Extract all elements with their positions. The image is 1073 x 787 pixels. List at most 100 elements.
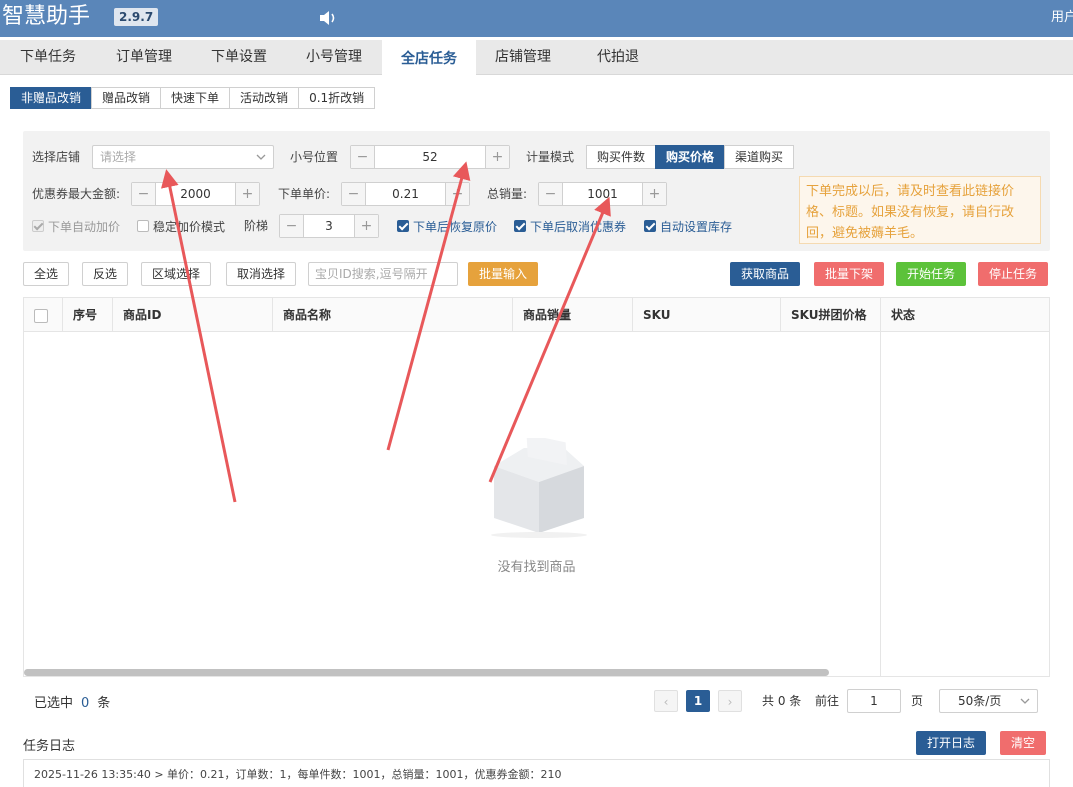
unit-price-stepper[interactable]: − 0.21 + [341,182,470,206]
tab-order-settings[interactable]: 下单设置 [192,40,286,75]
tab-order-management[interactable]: 订单管理 [96,40,192,75]
goto-label: 前往 [815,694,840,708]
mode-quantity[interactable]: 购买件数 [586,145,657,169]
start-task-button[interactable]: 开始任务 [896,262,967,286]
selected-number: 0 [81,696,90,711]
coupon-max-stepper[interactable]: − 2000 + [131,182,260,206]
position-stepper[interactable]: − 52 + [350,145,510,169]
restore-price-text: 下单后恢复原价 [413,219,498,234]
increment-button[interactable]: + [354,215,378,237]
fetch-goods-button[interactable]: 获取商品 [730,262,801,286]
total-sales-value[interactable]: 1001 [563,183,642,205]
batch-delist-button[interactable]: 批量下架 [814,262,885,286]
tab-all-store-task[interactable]: 全店任务 [382,40,476,75]
subtab-activity[interactable]: 活动改销 [229,87,300,109]
auto-stock-text: 自动设置库存 [660,219,733,234]
increment-button[interactable]: + [445,183,469,205]
auto-raise-checkbox[interactable]: 下单自动加价 [32,217,120,235]
checkbox-box[interactable] [32,220,44,232]
subtab-gift[interactable]: 赠品改销 [91,87,162,109]
total-count-text: 共 0 条 [762,694,802,708]
item-id-search-input[interactable]: 宝贝ID搜索,逗号隔开 [308,262,458,286]
current-page[interactable]: 1 [686,690,710,712]
page-size-value: 50条/页 [958,694,1002,708]
coupon-max-value[interactable]: 2000 [156,183,235,205]
next-page-button[interactable]: › [718,690,742,712]
title-bar: 智慧助手 2.9.7 用户 [0,0,1073,37]
prev-page-button[interactable]: ‹ [654,690,678,712]
column-sku-group-price: SKU拼团价格 [780,298,880,332]
checkbox-box[interactable] [514,220,526,232]
mode-channel[interactable]: 渠道购买 [724,145,795,169]
ladder-stepper[interactable]: − 3 + [279,214,379,238]
header-checkbox[interactable] [34,308,48,323]
cancel-coupon-checkbox[interactable]: 下单后取消优惠券 [514,217,626,235]
app-title: 智慧助手 [2,4,91,29]
subtab-quick-order[interactable]: 快速下单 [160,87,231,109]
coupon-max-label: 优惠券最大金额: [32,187,121,201]
total-sales-stepper[interactable]: − 1001 + [538,182,667,206]
checkbox-box[interactable] [644,220,656,232]
count-mode-label: 计量模式 [526,150,575,164]
decrement-button[interactable]: − [132,183,156,205]
column-status: 状态 [880,298,1049,332]
tab-account-management[interactable]: 小号管理 [286,40,382,75]
sub-tabs: 非赠品改销 赠品改销 快速下单 活动改销 0.1折改销 [10,87,376,109]
position-label: 小号位置 [290,150,339,164]
subtab-non-gift[interactable]: 非赠品改销 [10,87,93,109]
tab-order-task[interactable]: 下单任务 [0,40,96,75]
decrement-button[interactable]: − [539,183,563,205]
decrement-button[interactable]: − [351,146,375,168]
select-all-button[interactable]: 全选 [23,262,70,286]
open-log-button[interactable]: 打开日志 [916,731,987,755]
search-placeholder: 宝贝ID搜索,逗号隔开 [315,267,428,281]
empty-state-text: 没有找到商品 [497,560,576,575]
header-checkbox-cell[interactable] [24,298,62,332]
increment-button[interactable]: + [642,183,666,205]
goto-page-input[interactable]: 1 [847,689,901,713]
column-goods-id: 商品ID [112,298,272,332]
invert-selection-button[interactable]: 反选 [82,262,129,286]
column-goods-sales: 商品销量 [512,298,632,332]
unit-price-value[interactable]: 0.21 [366,183,445,205]
restore-price-checkbox[interactable]: 下单后恢复原价 [397,217,497,235]
empty-box-icon [491,438,587,538]
ladder-label: 阶梯 [244,219,269,233]
increment-button[interactable]: + [485,146,509,168]
tab-store-management[interactable]: 店铺管理 [476,40,570,75]
count-mode-group: 购买件数 购买价格 渠道购买 [586,145,795,169]
shop-select[interactable]: 请选择 [92,145,274,169]
ladder-value[interactable]: 3 [304,215,354,237]
position-value[interactable]: 52 [375,146,485,168]
horizontal-scrollbar[interactable] [24,669,829,676]
stable-price-checkbox[interactable]: 稳定加价模式 [137,217,225,235]
auto-raise-text: 下单自动加价 [48,219,121,234]
increment-button[interactable]: + [235,183,259,205]
notice-box: 下单完成以后，请及时查看此链接价格、标题。如果没有恢复，请自行改回，避免被薅羊毛… [799,176,1041,244]
decrement-button[interactable]: − [280,215,304,237]
user-label[interactable]: 用户 [1051,6,1073,25]
selected-prefix: 已选中 [34,696,74,711]
clear-log-button[interactable]: 清空 [1000,731,1047,755]
log-box: 2025-11-26 13:35:40 > 单价：0.21，订单数：1，每单件数… [23,759,1050,787]
selected-count: 已选中 0 条 [34,692,110,711]
stable-price-text: 稳定加价模式 [153,219,226,234]
selected-suffix: 条 [97,696,111,711]
batch-input-button[interactable]: 批量输入 [468,262,539,286]
auto-stock-checkbox[interactable]: 自动设置库存 [644,217,732,235]
version-badge: 2.9.7 [114,8,159,26]
checkbox-box[interactable] [397,220,409,232]
unit-price-label: 下单单价: [278,187,331,201]
stop-task-button[interactable]: 停止任务 [978,262,1049,286]
speaker-icon[interactable] [318,8,340,28]
checkbox-box[interactable] [137,220,149,232]
page-size-select[interactable]: 50条/页 [939,689,1038,713]
mode-price[interactable]: 购买价格 [655,145,726,169]
region-select-button[interactable]: 区域选择 [141,262,212,286]
shop-placeholder: 请选择 [100,150,137,164]
decrement-button[interactable]: − [342,183,366,205]
cancel-select-button[interactable]: 取消选择 [226,262,297,286]
tab-proxy-refund[interactable]: 代拍退 [570,40,666,75]
subtab-discount[interactable]: 0.1折改销 [298,87,376,109]
column-sku: SKU [632,298,780,332]
